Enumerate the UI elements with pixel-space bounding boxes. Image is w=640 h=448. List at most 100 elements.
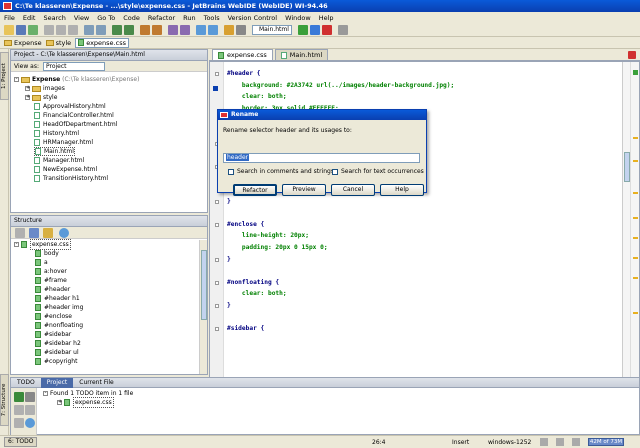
tab-project[interactable]: Project (40, 377, 74, 388)
save-icon[interactable] (16, 25, 26, 35)
menu-code[interactable]: Code (123, 14, 140, 22)
structure-tool-tab[interactable]: 7: Structure (0, 374, 9, 426)
web-icon[interactable] (196, 25, 206, 35)
structure-item[interactable]: a (35, 258, 48, 267)
sort-icon[interactable] (15, 228, 25, 238)
menu-run[interactable]: Run (183, 14, 195, 22)
structure-item[interactable]: #sidebar ul (35, 348, 79, 357)
menu-window[interactable]: Window (285, 14, 311, 22)
collapse-icon[interactable]: - (14, 242, 19, 247)
forward-icon[interactable] (124, 25, 134, 35)
editor-scrollbar[interactable] (622, 62, 630, 378)
structure-item[interactable]: #header (35, 285, 70, 294)
code-line[interactable]: } (227, 198, 231, 206)
autoscroll-icon[interactable] (29, 228, 39, 238)
scrollbar-thumb[interactable] (624, 152, 630, 182)
code-line[interactable]: #nonfloating { (227, 279, 279, 287)
fold-marker-icon[interactable] (215, 257, 219, 262)
back-icon[interactable] (112, 25, 122, 35)
structure-item[interactable]: #sidebar h2 (35, 339, 81, 348)
structure-item[interactable]: #header img (35, 303, 83, 312)
help-icon[interactable] (208, 25, 218, 35)
code-line[interactable]: background: #2A3742 url(../images/header… (227, 82, 454, 90)
warning-mark[interactable] (633, 137, 638, 139)
warning-mark[interactable] (633, 160, 638, 162)
menu-help[interactable]: Help (319, 14, 334, 22)
changes-icon[interactable] (224, 25, 234, 35)
crumb-expense-css[interactable]: expense.css (75, 37, 129, 48)
warning-mark[interactable] (633, 217, 638, 219)
tab-main-html[interactable]: Main.html (274, 49, 329, 60)
menu-version-control[interactable]: Version Control (228, 14, 277, 22)
tree-folder[interactable]: + style (25, 93, 57, 102)
scrollbar-thumb[interactable] (201, 250, 207, 320)
filter-icon[interactable] (14, 418, 24, 428)
code-line[interactable]: #sidebar { (227, 325, 264, 333)
menu-view[interactable]: View (74, 14, 89, 22)
todo-file[interactable]: + expense.css (57, 397, 114, 408)
inspection-icon[interactable] (556, 438, 564, 446)
filter-icon[interactable] (43, 228, 53, 238)
search-comments-checkbox[interactable]: Search in comments and strings (228, 168, 334, 175)
structure-item[interactable]: #frame (35, 276, 67, 285)
find-icon[interactable] (84, 25, 94, 35)
menu-edit[interactable]: Edit (23, 14, 36, 22)
structure-item[interactable]: body (35, 249, 59, 258)
menu-tools[interactable]: Tools (204, 14, 220, 22)
tree-file[interactable]: ApprovalHistory.html (34, 102, 106, 111)
code-line[interactable]: clear: both; (227, 93, 287, 101)
collapse-icon[interactable]: - (14, 77, 19, 82)
tree-root[interactable]: - Expense (C:\Te klasseren\Expense) (14, 75, 139, 84)
collapse-all-icon[interactable] (25, 392, 35, 402)
more-icon[interactable] (338, 25, 348, 35)
code-line[interactable]: line-height: 20px; (227, 232, 309, 240)
structure-item[interactable]: #enclose (35, 312, 72, 321)
project-tool-tab[interactable]: 1: Project (0, 52, 9, 100)
caret-position[interactable]: 26:4 (372, 439, 385, 446)
warning-mark[interactable] (633, 257, 638, 259)
fold-marker-icon[interactable] (215, 304, 219, 308)
cut-icon[interactable] (44, 25, 54, 35)
memory-indicator[interactable]: 42M of 73M (588, 438, 624, 446)
error-stripe[interactable] (630, 62, 639, 378)
checkbox-box[interactable] (228, 168, 234, 175)
expand-icon[interactable]: + (25, 95, 30, 100)
event-log-icon[interactable] (572, 438, 580, 446)
tree-file[interactable]: Manager.html (34, 156, 84, 165)
menu-search[interactable]: Search (43, 14, 65, 22)
file-encoding[interactable]: windows-1252 (488, 439, 531, 446)
code-line[interactable]: clear: both; (227, 290, 287, 298)
structure-item[interactable]: #nonfloating (35, 321, 83, 330)
code-line[interactable]: #enclose { (227, 221, 264, 229)
fold-marker-icon[interactable] (215, 327, 219, 332)
fold-marker-icon[interactable] (215, 199, 219, 204)
stop-icon[interactable] (322, 25, 332, 35)
compile-icon[interactable] (140, 25, 150, 35)
copy-icon[interactable] (56, 25, 66, 35)
checkbox-box[interactable] (332, 168, 338, 175)
refactor-button[interactable]: Refactor (233, 184, 277, 196)
menu-file[interactable]: File (4, 14, 15, 22)
warning-mark[interactable] (633, 237, 638, 239)
code-line[interactable]: } (227, 302, 231, 310)
structure-item[interactable]: #header h1 (35, 294, 80, 303)
structure-icon[interactable] (180, 25, 190, 35)
code-line[interactable]: } (227, 256, 231, 264)
tree-file[interactable]: NewExpense.html (34, 165, 97, 174)
down-icon[interactable] (25, 405, 35, 415)
paste-icon[interactable] (68, 25, 78, 35)
code-line[interactable]: #header { (227, 70, 261, 78)
cancel-button[interactable]: Cancel (331, 184, 375, 196)
tree-file-selected[interactable]: Main.html (34, 147, 75, 156)
run-config-select[interactable]: Main.html (252, 25, 292, 35)
run-icon[interactable] (298, 25, 308, 35)
debug-icon[interactable] (310, 25, 320, 35)
replace-icon[interactable] (96, 25, 106, 35)
tree-file[interactable]: HeadOfDepartment.html (34, 120, 117, 129)
fold-marker-icon[interactable] (215, 72, 219, 76)
preview-button[interactable]: Preview (282, 184, 326, 196)
close-tab-icon[interactable] (628, 51, 636, 59)
fold-marker-icon[interactable] (215, 280, 219, 285)
crumb-style[interactable]: style (45, 39, 71, 47)
help-icon[interactable] (25, 418, 35, 428)
